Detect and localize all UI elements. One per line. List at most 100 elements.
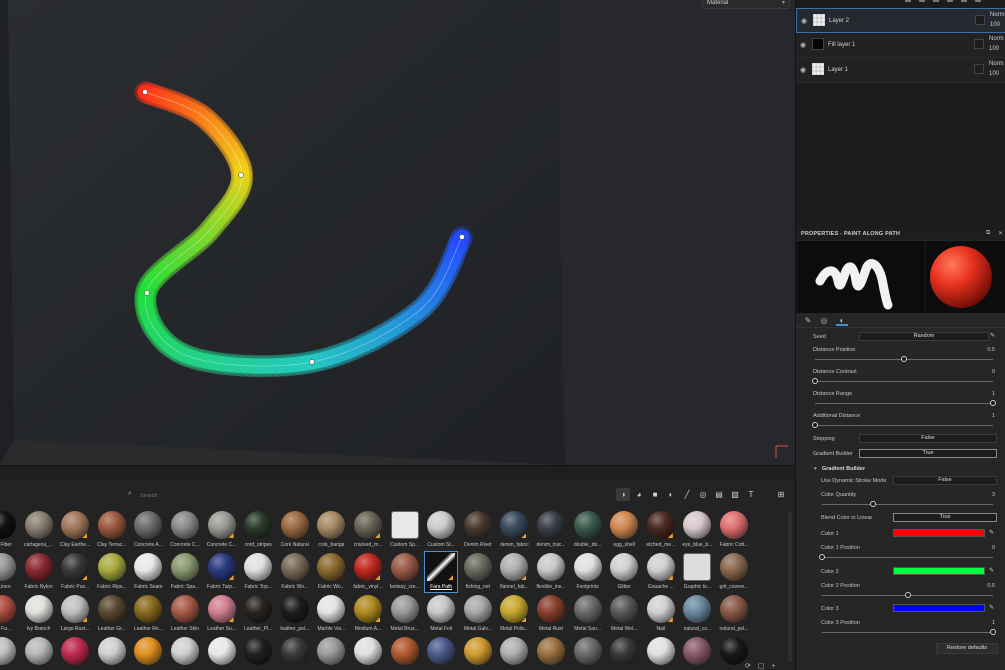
- material-tile[interactable]: etched_me...: [643, 511, 679, 553]
- blend-linear-dropdown[interactable]: True: [893, 513, 997, 522]
- eyedropper-icon[interactable]: ✎: [989, 529, 994, 536]
- environment-icon[interactable]: ▨: [730, 490, 740, 500]
- shelf-scrollbar[interactable]: [788, 512, 792, 662]
- texture-icon[interactable]: ▤: [714, 490, 724, 500]
- material-tile[interactable]: cartagena_...: [21, 511, 57, 553]
- color3-position-knob[interactable]: [990, 629, 996, 635]
- color2-position-knob[interactable]: [904, 592, 911, 598]
- path-control-point[interactable]: [144, 290, 150, 296]
- material-tile[interactable]: Denim Rivet: [460, 511, 496, 553]
- material-tile[interactable]: Concrete C...: [204, 511, 240, 553]
- color3-swatch[interactable]: [893, 604, 985, 612]
- material-tile[interactable]: Nail: [643, 595, 679, 637]
- refresh-icon[interactable]: ⟳: [745, 662, 751, 670]
- viewport-mode-dropdown[interactable]: Material ▾: [702, 0, 790, 9]
- material-tile[interactable]: Metal Wel...: [606, 595, 642, 637]
- material-tile[interactable]: Fabric Wo...: [277, 553, 313, 595]
- material-tile[interactable]: egg_shell: [606, 511, 642, 553]
- path-control-point[interactable]: [459, 234, 465, 240]
- distance-range-knob[interactable]: [990, 400, 996, 406]
- filter-icon[interactable]: ◐: [666, 490, 676, 500]
- material-tile[interactable]: Fabric Cott...: [716, 511, 752, 553]
- path-control-point[interactable]: [142, 89, 148, 95]
- material-tile[interactable]: Clay Terrac...: [94, 511, 130, 553]
- material-tile[interactable]: Metal Galv...: [460, 595, 496, 637]
- material-tile[interactable]: Fabric Rips...: [94, 553, 130, 595]
- material-tab-icon[interactable]: ◎: [818, 316, 830, 326]
- material-tile[interactable]: natural_pel...: [716, 595, 752, 637]
- color3-position-track[interactable]: [822, 632, 993, 633]
- color1-position-track[interactable]: [822, 557, 993, 558]
- material-tile[interactable]: Fabric Wo...: [313, 553, 349, 595]
- material-tile[interactable]: fishing_net: [460, 553, 496, 595]
- 3d-viewport[interactable]: Material ▾: [0, 0, 795, 465]
- material-tile[interactable]: Fabric Nylon: [21, 553, 57, 595]
- layer-opacity[interactable]: 100: [989, 46, 999, 52]
- material-tile[interactable]: grit_covere...: [716, 553, 752, 595]
- material-tile[interactable]: [387, 637, 423, 670]
- material-tile[interactable]: [130, 637, 166, 670]
- path-tab-icon[interactable]: ◐: [836, 316, 848, 326]
- path-control-point[interactable]: [309, 359, 315, 365]
- material-tile[interactable]: double_rib...: [570, 511, 606, 553]
- gradient-builder-section[interactable]: Gradient Builder: [822, 466, 865, 472]
- distance-range-track[interactable]: [815, 403, 993, 404]
- color2-swatch[interactable]: [893, 567, 985, 575]
- distance-position-knob[interactable]: [901, 356, 907, 362]
- material-tile[interactable]: [460, 637, 496, 670]
- material-tile[interactable]: [606, 637, 642, 670]
- add-layer-icon[interactable]: [905, 0, 911, 2]
- brush-tab-icon[interactable]: ✎: [802, 316, 814, 326]
- material-tile[interactable]: [423, 637, 459, 670]
- layer-blend-mode[interactable]: Norm: [989, 61, 1004, 67]
- material-tile[interactable]: eye_blue_b...: [679, 511, 715, 553]
- material-tile[interactable]: am Fa...: [0, 595, 20, 637]
- material-tile[interactable]: [277, 637, 313, 670]
- material-tile[interactable]: [643, 637, 679, 670]
- material-tile[interactable]: [313, 637, 349, 670]
- layer-opacity[interactable]: 100: [989, 71, 999, 77]
- pin-icon[interactable]: ⧉: [986, 230, 990, 237]
- material-tile[interactable]: flannel_fab...: [496, 553, 532, 595]
- material-tile[interactable]: Glitter: [606, 553, 642, 595]
- layer-row[interactable]: ◉ Fill layer 1 Norm 100: [796, 33, 1005, 58]
- path-control-point[interactable]: [238, 172, 244, 178]
- material-tile[interactable]: Medium A...: [350, 595, 386, 637]
- add-effect-icon[interactable]: [947, 0, 953, 2]
- dynamic-stroke-dropdown[interactable]: False: [893, 476, 997, 485]
- material-filter-icon[interactable]: ◑: [618, 490, 628, 500]
- material-tile[interactable]: [679, 637, 715, 670]
- eye-icon[interactable]: ◉: [801, 17, 809, 25]
- text-icon[interactable]: T: [746, 490, 756, 500]
- material-tile[interactable]: Leather Gr...: [94, 595, 130, 637]
- material-tile[interactable]: Fabric Seam: [130, 553, 166, 595]
- eyedropper-icon[interactable]: ✎: [989, 604, 994, 611]
- material-tile[interactable]: leather_pol...: [277, 595, 313, 637]
- seed-field[interactable]: Random: [859, 332, 989, 341]
- eye-icon[interactable]: ◉: [800, 41, 808, 49]
- material-tile[interactable]: flexible_ins...: [533, 553, 569, 595]
- smart-material-icon[interactable]: ◕: [634, 490, 644, 500]
- material-tile[interactable]: Large Rust...: [57, 595, 93, 637]
- material-tile[interactable]: [57, 637, 93, 670]
- add-fill-icon[interactable]: [919, 0, 925, 2]
- color-quantity-track[interactable]: [822, 504, 993, 505]
- material-tile[interactable]: Metal Polis...: [496, 595, 532, 637]
- material-tile[interactable]: Footprints: [570, 553, 606, 595]
- material-tile[interactable]: ton Fiber: [0, 511, 20, 553]
- material-tile[interactable]: fantasy_cre...: [387, 553, 423, 595]
- material-tile[interactable]: Gouache ...: [643, 553, 679, 595]
- chevron-down-icon[interactable]: ▾: [814, 466, 817, 472]
- material-tile[interactable]: denim_fabric: [496, 511, 532, 553]
- material-tile[interactable]: [496, 637, 532, 670]
- eye-icon[interactable]: ◉: [800, 66, 808, 74]
- dice-icon[interactable]: ✎: [990, 332, 995, 339]
- material-tile[interactable]: cracked_m...: [350, 511, 386, 553]
- material-tile[interactable]: Cork Natural: [277, 511, 313, 553]
- distance-contrast-track[interactable]: [815, 381, 993, 382]
- material-tile[interactable]: Leather Skin: [167, 595, 203, 637]
- material-tile[interactable]: [167, 637, 203, 670]
- layer-opacity[interactable]: 100: [990, 22, 1000, 28]
- particle-icon[interactable]: ◎: [698, 490, 708, 500]
- color1-swatch[interactable]: [893, 529, 985, 537]
